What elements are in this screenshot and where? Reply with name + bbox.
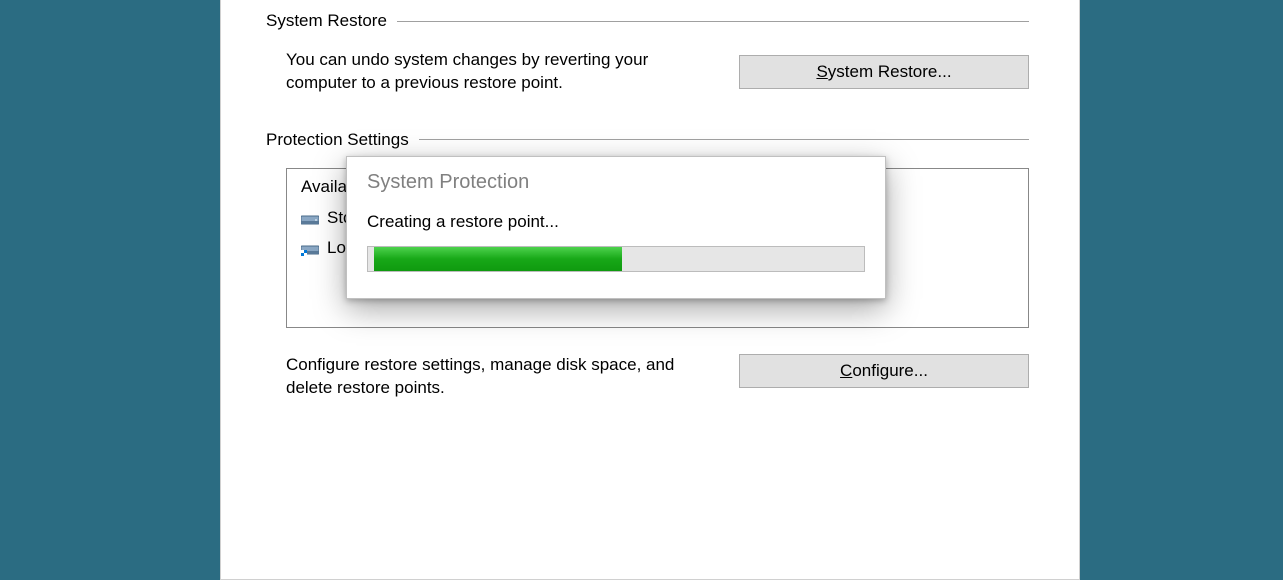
system-restore-button-label: ystem Restore...: [828, 62, 952, 81]
system-restore-button[interactable]: System Restore...: [739, 55, 1029, 89]
configure-button[interactable]: Configure...: [739, 354, 1029, 388]
dialog-title: System Protection: [347, 157, 885, 204]
system-restore-group-title: System Restore: [266, 11, 387, 31]
dialog-status-text: Creating a restore point...: [367, 212, 865, 232]
configure-description: Configure restore settings, manage disk …: [286, 354, 686, 400]
divider: [419, 139, 1029, 140]
accesskey-s: S: [816, 62, 827, 81]
hdd-icon: [301, 211, 319, 225]
dialog-body: Creating a restore point...: [347, 204, 885, 298]
accesskey-c: C: [840, 361, 852, 380]
progress-fill: [374, 247, 622, 271]
hdd-system-icon: [301, 241, 319, 255]
divider: [397, 21, 1029, 22]
system-restore-row: You can undo system changes by reverting…: [286, 49, 1029, 95]
system-protection-dialog: System Protection Creating a restore poi…: [346, 156, 886, 299]
system-restore-description: You can undo system changes by reverting…: [286, 49, 686, 95]
protection-settings-group-title: Protection Settings: [266, 130, 409, 150]
progress-bar: [367, 246, 865, 272]
protection-settings-group-header: Protection Settings: [266, 130, 1029, 150]
configure-button-label: onfigure...: [852, 361, 928, 380]
configure-row: Configure restore settings, manage disk …: [286, 354, 1029, 400]
system-restore-group-header: System Restore: [266, 11, 1029, 31]
